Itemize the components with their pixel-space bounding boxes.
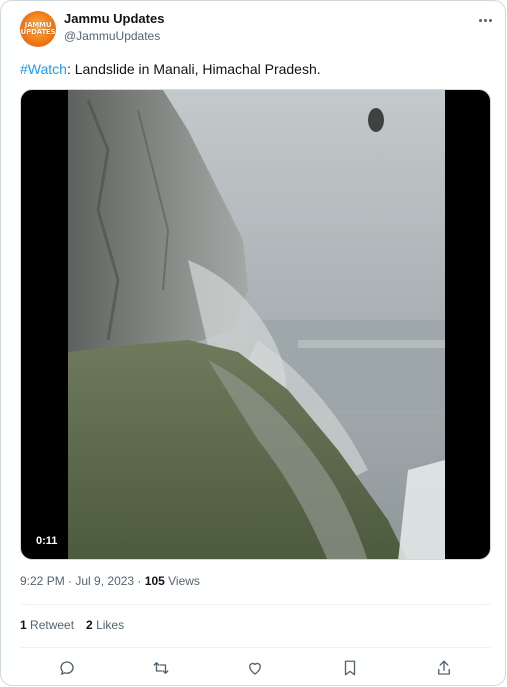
tweet-time[interactable]: 9:22 PM bbox=[20, 574, 65, 588]
tweet-card[interactable]: JAMMU UPDATES Jammu Updates @JammuUpdate… bbox=[0, 0, 506, 686]
tweet-meta: 9:22 PM · Jul 9, 2023 · 105 Views bbox=[20, 574, 200, 588]
retweets-stat[interactable]: 1 Retweet bbox=[20, 618, 74, 632]
views-count: 105 bbox=[144, 574, 165, 588]
author-handle[interactable]: @JammuUpdates bbox=[64, 29, 160, 43]
retweets-label: Retweet bbox=[26, 618, 75, 632]
divider bbox=[20, 647, 491, 648]
likes-label: Likes bbox=[92, 618, 125, 632]
engagement-stats: 1 Retweet 2 Likes bbox=[20, 618, 124, 632]
avatar[interactable]: JAMMU UPDATES bbox=[20, 11, 56, 47]
video-player[interactable]: 0:11 bbox=[20, 89, 491, 560]
share-icon[interactable] bbox=[434, 658, 454, 678]
video-thumbnail bbox=[68, 90, 445, 559]
bookmark-icon[interactable] bbox=[340, 658, 360, 678]
retweet-icon[interactable] bbox=[151, 658, 171, 678]
retweets-count: 1 bbox=[20, 618, 27, 632]
tweet-body: : Landslide in Manali, Himachal Pradesh. bbox=[66, 61, 321, 77]
video-duration: 0:11 bbox=[31, 533, 63, 549]
hashtag-link[interactable]: #Watch bbox=[20, 61, 67, 77]
author-name[interactable]: Jammu Updates bbox=[64, 11, 164, 26]
meta-separator: · bbox=[134, 574, 145, 588]
meta-separator: · bbox=[64, 574, 76, 588]
likes-count: 2 bbox=[86, 618, 93, 632]
avatar-logo-text: JAMMU UPDATES bbox=[20, 21, 56, 36]
more-icon[interactable] bbox=[477, 15, 493, 25]
divider bbox=[20, 604, 491, 605]
views-label: Views bbox=[164, 574, 200, 588]
tweet-text: #Watch: Landslide in Manali, Himachal Pr… bbox=[20, 61, 321, 77]
video-frame[interactable] bbox=[68, 90, 445, 559]
tweet-date[interactable]: Jul 9, 2023 bbox=[75, 574, 134, 588]
likes-stat[interactable]: 2 Likes bbox=[86, 618, 124, 632]
reply-icon[interactable] bbox=[57, 658, 77, 678]
action-bar bbox=[20, 653, 491, 683]
like-icon[interactable] bbox=[245, 658, 265, 678]
